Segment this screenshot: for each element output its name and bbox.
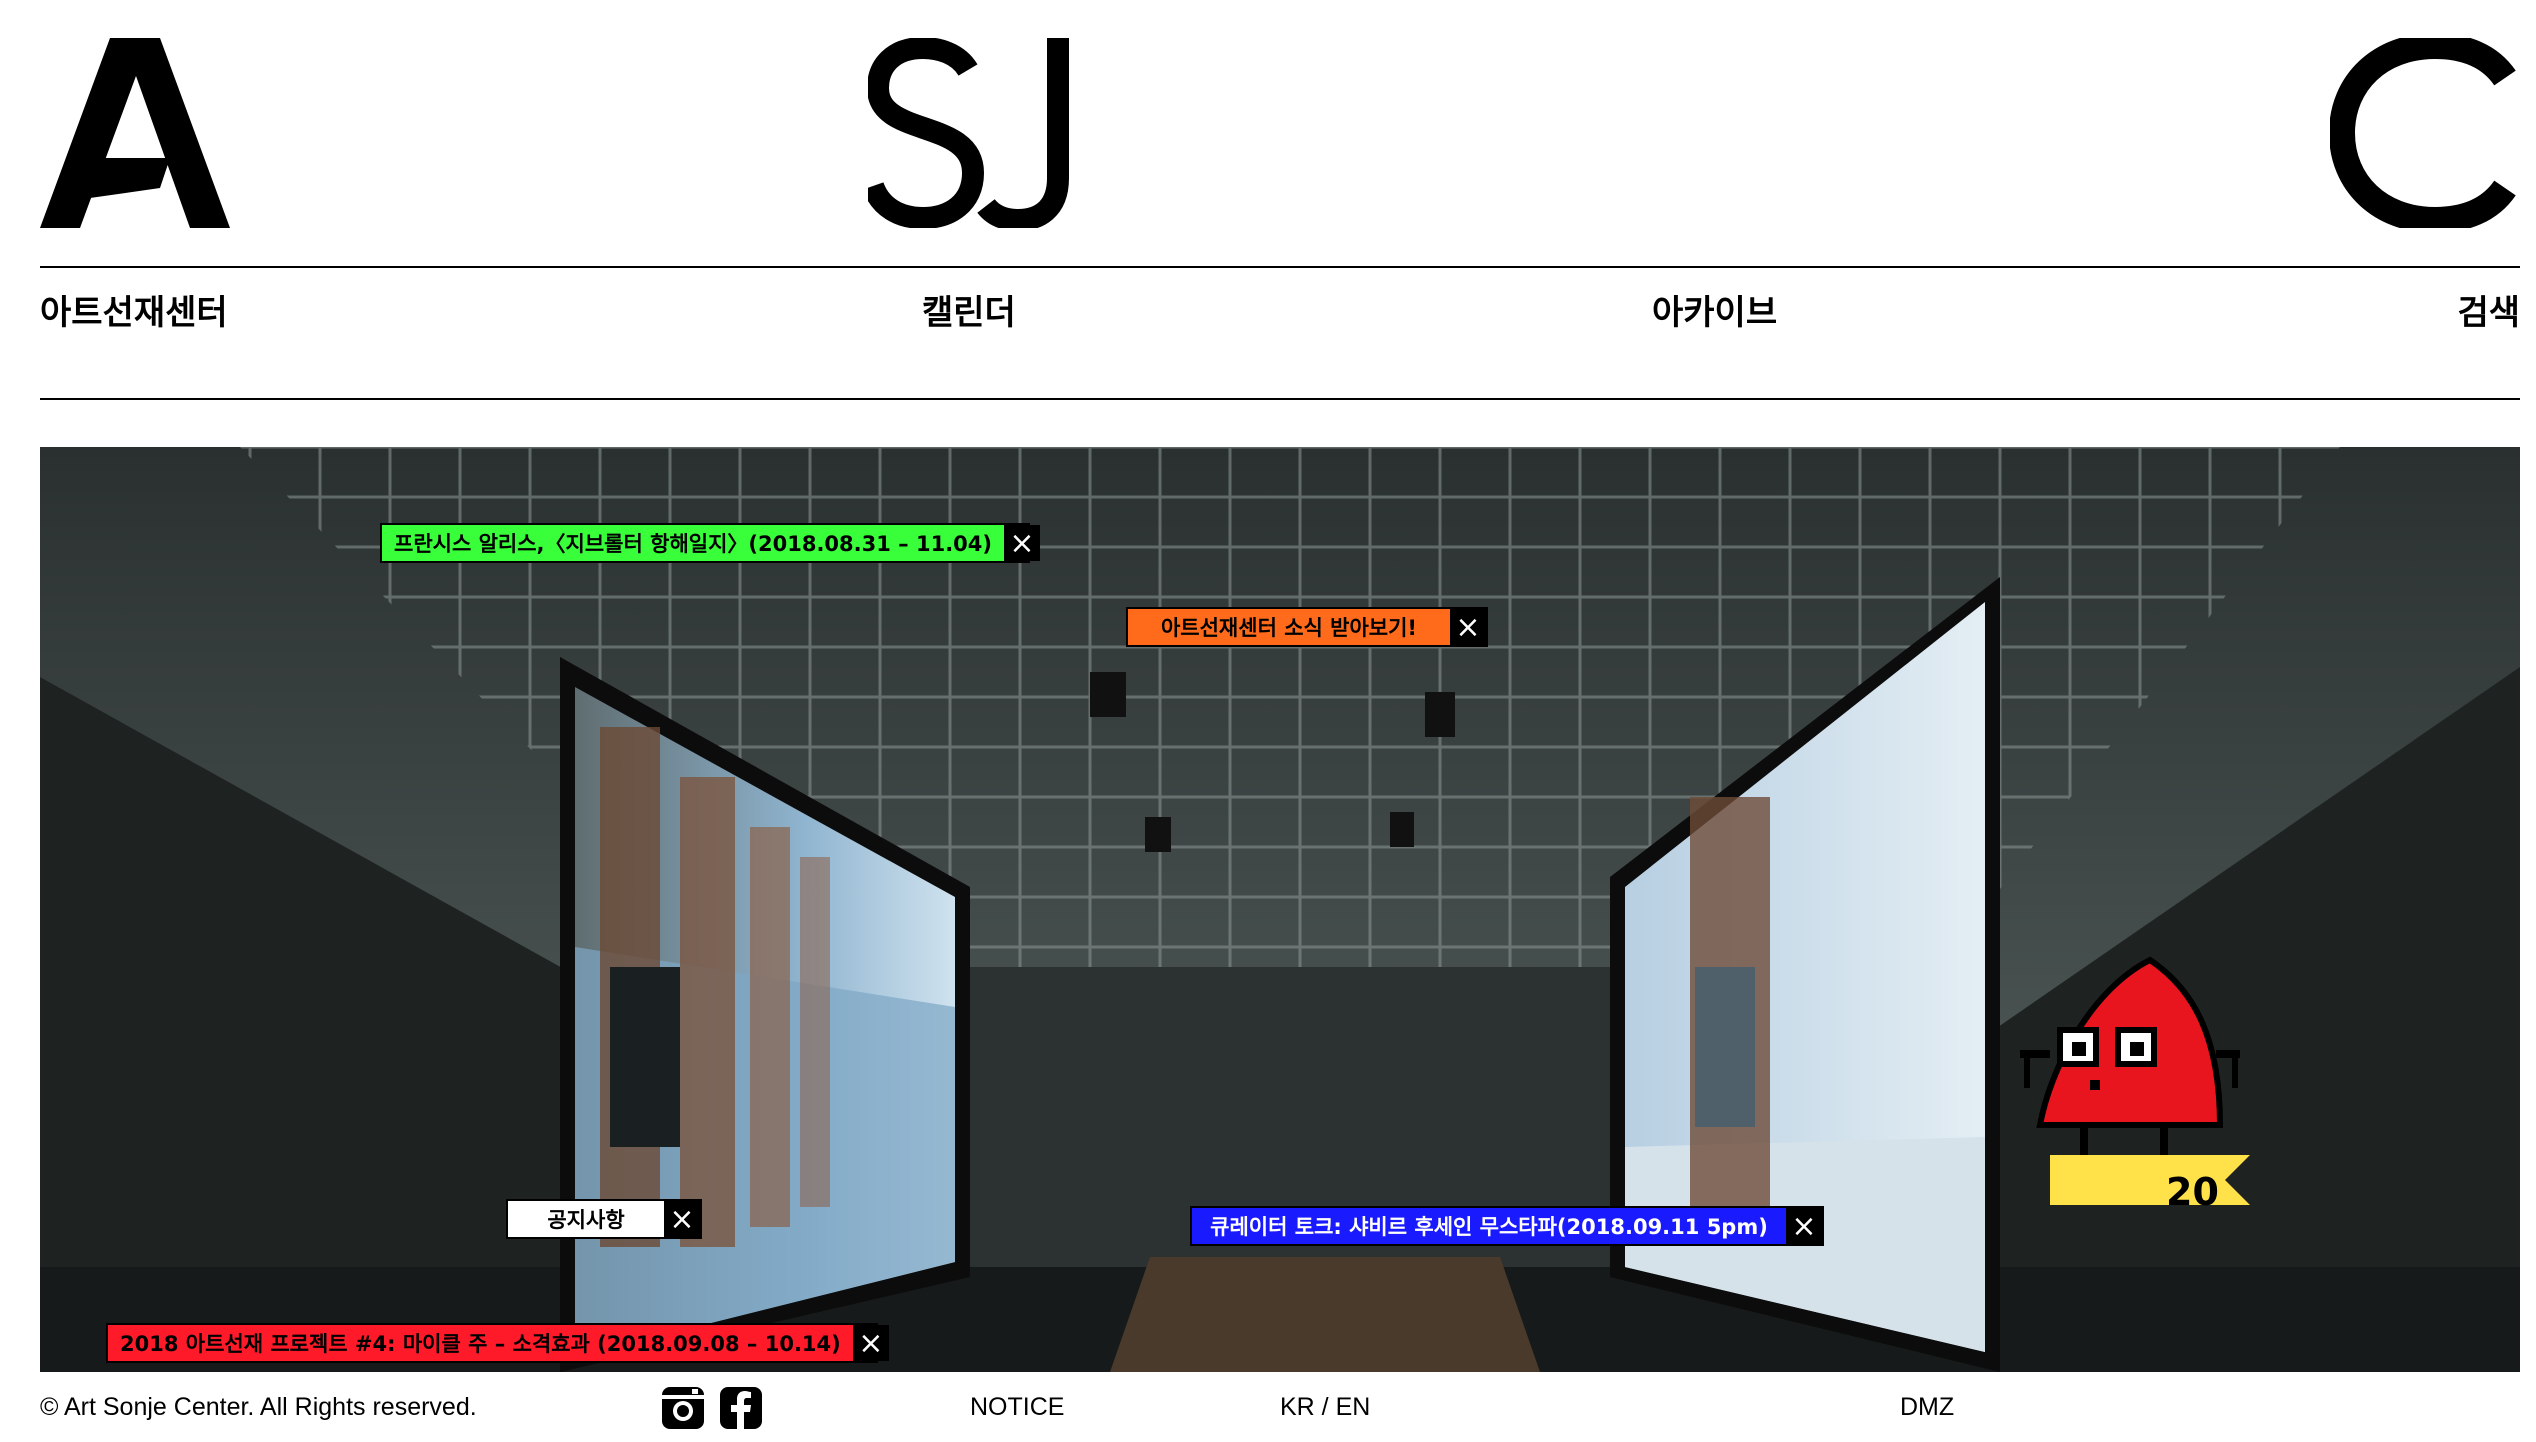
popup-label: 프란시스 알리스,〈지브롤터 항해일지〉(2018.08.31 – 11.04) [394, 532, 992, 556]
popup-label: 아트선재센터 소식 받아보기! [1160, 616, 1418, 640]
logo-letter-a [40, 38, 230, 228]
language-switch[interactable]: KR / EN [1280, 1393, 1370, 1422]
nav-item-calendar[interactable]: 캘린더 [922, 285, 1016, 334]
close-icon[interactable]: × [1786, 1208, 1822, 1244]
logo-letter-c [2330, 38, 2516, 228]
footer-notice-link[interactable]: NOTICE [970, 1393, 1064, 1422]
site-logo[interactable] [40, 38, 2520, 228]
copyright: © Art Sonje Center. All Rights reserved. [40, 1393, 477, 1421]
logo-letters-sj [868, 38, 1069, 228]
close-icon[interactable]: × [1004, 525, 1040, 561]
popup-michael-joo[interactable]: 2018 아트선재 프로젝트 #4: 마이클 주 – 소격효과 (2018.09… [106, 1323, 889, 1363]
footer-dmz-link[interactable]: DMZ [1900, 1393, 1954, 1422]
popup-label: 공지사항 [547, 1208, 625, 1232]
facebook-icon[interactable] [718, 1385, 764, 1431]
popup-label: 2018 아트선재 프로젝트 #4: 마이클 주 – 소격효과 (2018.09… [120, 1332, 841, 1356]
nav-bottom-rule [40, 398, 2520, 400]
popup-curator-talk[interactable]: 큐레이터 토크: 샤비르 후세인 무스타파(2018.09.11 5pm) × [1190, 1206, 1824, 1246]
instagram-icon[interactable] [660, 1385, 706, 1431]
close-icon[interactable]: × [664, 1201, 700, 1237]
mascot-number: 20 [2166, 1170, 2219, 1214]
nav-item-search[interactable]: 검색 [2457, 285, 2520, 334]
mascot-20th-anniversary[interactable] [2020, 950, 2260, 1230]
close-icon[interactable]: × [852, 1325, 889, 1361]
popup-francis-alys[interactable]: 프란시스 알리스,〈지브롤터 항해일지〉(2018.08.31 – 11.04)… [380, 523, 1040, 563]
popup-label: 큐레이터 토크: 샤비르 후세인 무스타파(2018.09.11 5pm) [1210, 1215, 1768, 1239]
close-icon[interactable]: × [1450, 609, 1486, 645]
mascot-flag [2050, 1155, 2250, 1205]
hero-image: 프란시스 알리스,〈지브롤터 항해일지〉(2018.08.31 – 11.04)… [40, 447, 2520, 1372]
nav-item-art-sonje-center[interactable]: 아트선재센터 [40, 285, 228, 334]
main-nav: 아트선재센터 캘린더 아카이브 검색 [40, 285, 2520, 335]
nav-item-archive[interactable]: 아카이브 [1652, 285, 1777, 334]
popup-notice[interactable]: 공지사항 × [506, 1199, 702, 1239]
popup-newsletter[interactable]: 아트선재센터 소식 받아보기! × [1126, 607, 1488, 647]
footer: © Art Sonje Center. All Rights reserved.… [40, 1385, 2520, 1435]
top-rule [40, 266, 2520, 268]
